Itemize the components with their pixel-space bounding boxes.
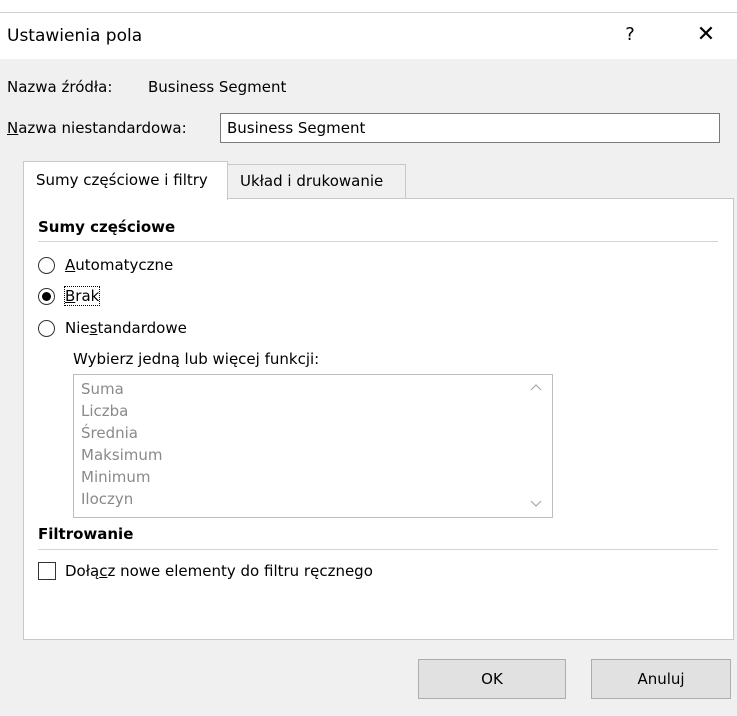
include-new-items-label[interactable]: Dołącz nowe elementy do filtru ręcznego [65, 562, 373, 580]
include-new-items-checkbox[interactable] [38, 562, 56, 580]
help-button[interactable]: ? [608, 18, 652, 52]
functions-listbox[interactable]: Suma Liczba Średnia Maksimum Minimum Ilo… [73, 374, 553, 518]
custom-name-label-rest: azwa niestandardowa: [18, 119, 187, 137]
filtering-heading: Filtrowanie [38, 525, 134, 543]
radio-selected-dot [42, 292, 51, 301]
subtotals-separator [38, 241, 718, 242]
tab-subtotals-filters[interactable]: Sumy częściowe i filtry [23, 161, 228, 200]
dialog-title: Ustawienia pola [7, 26, 143, 46]
scroll-up-icon[interactable] [529, 380, 543, 394]
scroll-down-icon[interactable] [529, 497, 543, 511]
include-label-pre: Dołą [65, 562, 100, 580]
close-icon[interactable]: ✕ [684, 18, 728, 52]
custom-name-accesskey: N [7, 119, 19, 137]
list-item[interactable]: Liczba [81, 402, 128, 420]
radio-automatic[interactable] [38, 257, 55, 274]
radio-none-label-rest: rak [75, 287, 100, 305]
radio-custom[interactable] [38, 320, 55, 337]
radio-custom-label[interactable]: Niestandardowe [65, 319, 187, 337]
list-item[interactable]: Minimum [81, 468, 151, 486]
subtotals-heading: Sumy częściowe [38, 218, 176, 236]
list-item[interactable]: Średnia [81, 424, 138, 442]
source-name-value: Business Segment [148, 78, 287, 96]
radio-none[interactable] [38, 288, 55, 305]
list-item[interactable]: Maksimum [81, 446, 163, 464]
title-bar: Ustawienia pola ? ✕ [0, 13, 737, 59]
radio-automatic-label-rest: utomatyczne [75, 256, 174, 274]
filtering-separator [38, 549, 718, 550]
tab-layout-print[interactable]: Układ i drukowanie [227, 164, 406, 198]
list-item[interactable]: Suma [81, 380, 124, 398]
radio-automatic-accesskey: A [65, 256, 76, 274]
custom-name-label: Nazwa niestandardowa: [7, 119, 187, 137]
ok-button[interactable]: OK [418, 659, 566, 699]
radio-none-accesskey: B [65, 287, 76, 305]
cancel-button[interactable]: Anuluj [591, 659, 731, 699]
functions-label: Wybierz jedną lub więcej funkcji: [73, 350, 320, 368]
source-name-label: Nazwa źródła: [7, 78, 113, 96]
background-window-strip [0, 0, 737, 12]
radio-none-label[interactable]: Brak [63, 286, 101, 306]
radio-automatic-label[interactable]: Automatyczne [65, 256, 173, 274]
include-label-post: z nowe elementy do filtru ręcznego [107, 562, 373, 580]
custom-name-input[interactable]: Business Segment [220, 113, 720, 143]
radio-custom-label-post: tandardowe [97, 319, 187, 337]
radio-custom-label-pre: Nie [65, 319, 90, 337]
list-item[interactable]: Iloczyn [81, 490, 133, 508]
field-settings-dialog: Ustawienia pola ? ✕ Nazwa źródła: Busine… [0, 12, 737, 716]
